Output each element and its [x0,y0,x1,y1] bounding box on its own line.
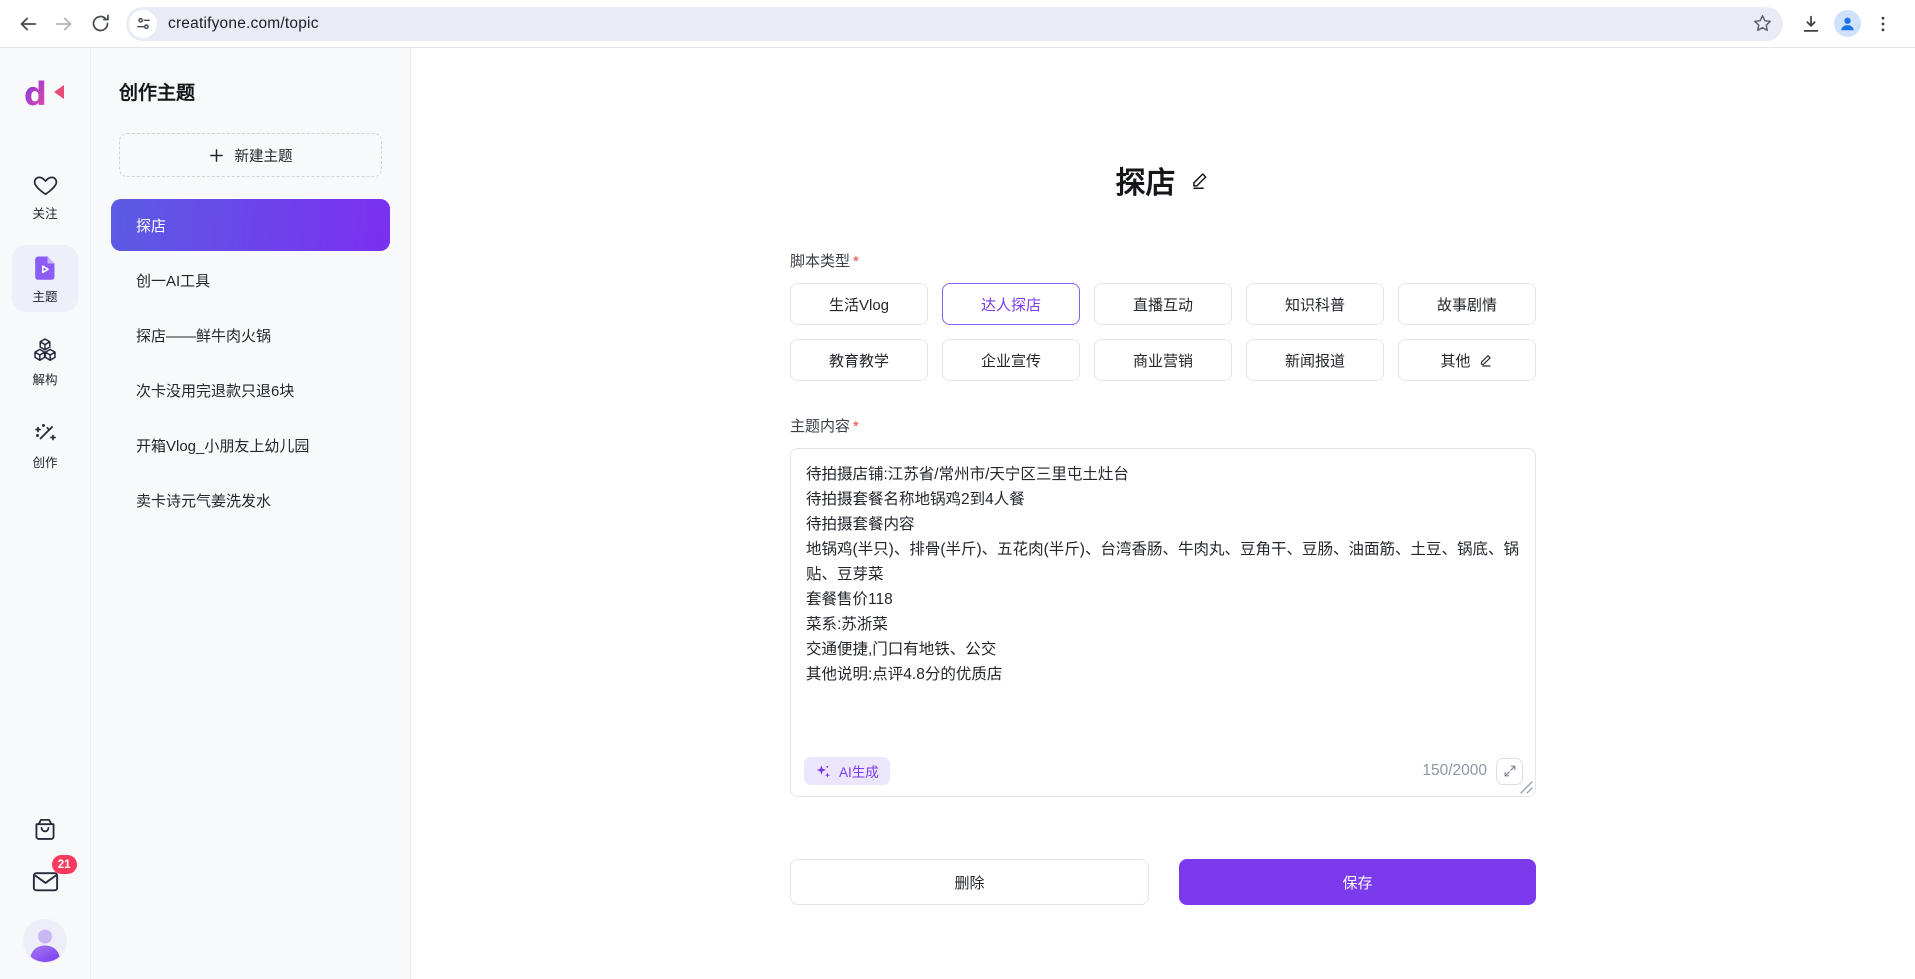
rail-item-create[interactable]: 创作 [12,411,78,478]
rail-item-topic[interactable]: 主题 [12,245,78,312]
topic-item[interactable]: 开箱Vlog_小朋友上幼儿园 [111,419,390,471]
rail-nav: 关注 主题 [12,163,78,478]
svg-text:d: d [24,75,47,112]
page-title: 探店 [1116,158,1176,202]
shop-bag-button[interactable] [30,814,60,844]
sparkles-icon [815,763,832,780]
rail-item-deconstruct[interactable]: 解构 [12,328,78,395]
chip-life-vlog[interactable]: 生活Vlog [790,283,928,325]
forward-button[interactable] [46,6,82,42]
script-type-label: 脚本类型* [790,250,1536,271]
required-asterisk: * [853,418,859,435]
char-counter: 150/2000 [1422,762,1487,780]
magic-wand-icon [31,420,59,448]
content-box-footer: AI生成 150/2000 [804,757,1523,785]
form-actions: 删除 保存 [790,859,1536,905]
chip-other[interactable]: 其他 [1398,339,1536,381]
mail-button[interactable]: 21 [30,866,61,897]
heart-icon [32,172,59,199]
kebab-menu-icon [1873,14,1893,34]
forward-arrow-icon [53,13,75,35]
profile-button[interactable] [1829,6,1865,42]
bookmark-star-button[interactable] [1752,13,1773,34]
chip-knowledge[interactable]: 知识科普 [1246,283,1384,325]
resize-handle[interactable] [1520,781,1533,794]
download-icon [1800,13,1822,35]
profile-avatar-icon [1834,10,1861,37]
site-settings-button[interactable] [129,10,157,38]
url-text[interactable]: creatifyone.com/topic [168,15,319,33]
reload-icon [90,13,111,34]
topic-content-box: 待拍摄店铺:江苏省/常州市/天宁区三里屯土灶台 待拍摄套餐名称地锅鸡2到4人餐 … [790,448,1536,797]
topic-content-input[interactable]: 待拍摄店铺:江苏省/常州市/天宁区三里屯土灶台 待拍摄套餐名称地锅鸡2到4人餐 … [791,449,1535,729]
shopping-bag-icon [30,814,60,844]
chip-story[interactable]: 故事剧情 [1398,283,1536,325]
rail-bottom: 21 [23,814,67,979]
chip-corporate[interactable]: 企业宣传 [942,339,1080,381]
star-icon [1752,13,1773,34]
rail-item-follow[interactable]: 关注 [12,163,78,229]
save-button[interactable]: 保存 [1179,859,1536,905]
address-bar[interactable]: creatifyone.com/topic [126,7,1783,41]
topic-item[interactable]: 探店 [111,199,390,251]
main-content: 探店 脚本类型* 生活Vlog 达人探店 直播互动 知识科普 故事剧情 教育教学 [411,48,1915,979]
rail-item-label: 创作 [32,452,57,471]
browser-toolbar: creatifyone.com/topic [0,0,1915,48]
script-type-chips: 生活Vlog 达人探店 直播互动 知识科普 故事剧情 教育教学 企业宣传 商业营… [790,283,1536,381]
rail-item-label: 主题 [32,286,57,305]
topic-sidebar: 创作主题 新建主题 探店 创一AI工具 探店——鲜牛肉火锅 次卡没用完退款只退6… [91,48,411,979]
chip-live-interaction[interactable]: 直播互动 [1094,283,1232,325]
chip-marketing[interactable]: 商业营销 [1094,339,1232,381]
downloads-button[interactable] [1793,6,1829,42]
sidebar-title: 创作主题 [119,78,410,105]
ai-generate-button[interactable]: AI生成 [804,757,890,785]
chip-news[interactable]: 新闻报道 [1246,339,1384,381]
rail-item-label: 解构 [32,369,57,388]
edit-pencil-icon [1478,352,1494,368]
cubes-icon [31,337,59,365]
edit-title-button[interactable] [1189,169,1211,191]
browser-menu-button[interactable] [1865,6,1901,42]
back-button[interactable] [10,6,46,42]
new-topic-button[interactable]: 新建主题 [119,133,382,177]
app-logo[interactable]: d [23,74,67,117]
topic-list: 探店 创一AI工具 探店——鲜牛肉火锅 次卡没用完退款只退6块 开箱Vlog_小… [91,199,410,529]
expand-icon [1503,764,1517,778]
chip-education[interactable]: 教育教学 [790,339,928,381]
page-title-row: 探店 [790,158,1536,202]
content-label: 主题内容* [790,415,1536,436]
expand-button[interactable] [1496,758,1523,785]
topic-item[interactable]: 探店——鲜牛肉火锅 [111,309,390,361]
new-topic-label: 新建主题 [235,145,293,166]
topic-item[interactable]: 创一AI工具 [111,254,390,306]
ai-generate-label: AI生成 [839,761,879,781]
delete-button[interactable]: 删除 [790,859,1149,905]
tune-icon [135,15,152,32]
back-arrow-icon [17,13,39,35]
topic-doc-play-icon [31,254,59,282]
user-avatar[interactable] [23,919,67,963]
reload-button[interactable] [82,6,118,42]
required-asterisk: * [853,253,859,270]
topic-item[interactable]: 次卡没用完退款只退6块 [111,364,390,416]
mail-badge: 21 [52,855,77,874]
icon-rail: d 关注 主题 [0,48,91,979]
rail-item-label: 关注 [32,203,57,222]
plus-icon [209,148,224,163]
chip-daren-tandian[interactable]: 达人探店 [942,283,1080,325]
topic-item[interactable]: 卖卡诗元气姜洗发水 [111,474,390,526]
